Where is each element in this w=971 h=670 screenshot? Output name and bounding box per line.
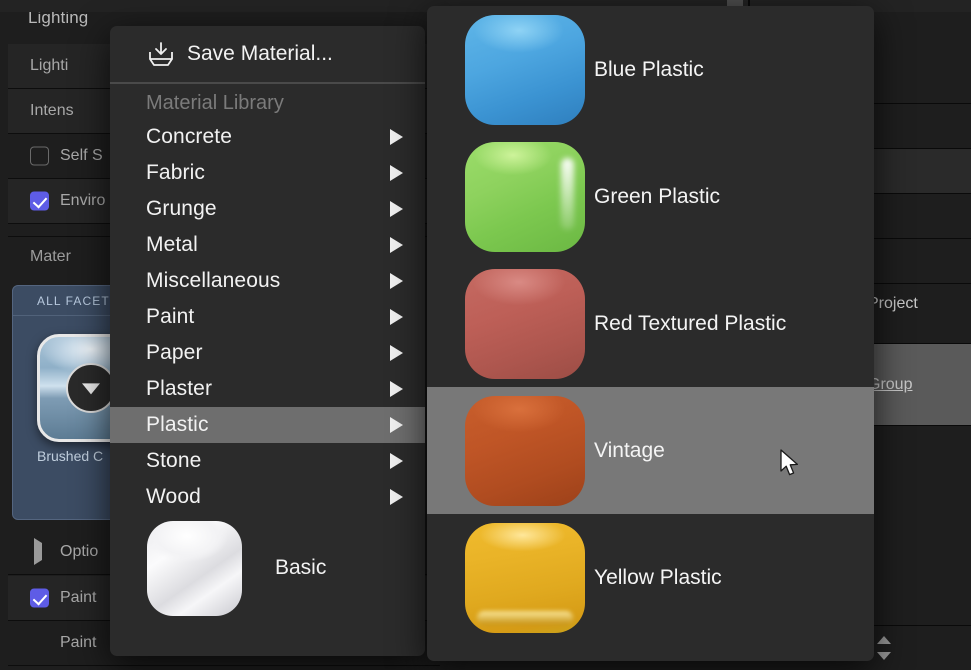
disclosure-triangle-icon[interactable] xyxy=(34,538,42,565)
menu-item-label: Paper xyxy=(146,341,203,365)
material-section-label: Mater xyxy=(30,248,71,266)
menu-item-label: Stone xyxy=(146,449,201,473)
menu-item-label: Metal xyxy=(146,233,198,257)
menu-item-label: Fabric xyxy=(146,161,205,185)
save-tray-down-icon xyxy=(146,41,176,67)
inspector-row-label: Paint xyxy=(60,589,96,607)
inspector-row-label: Lighti xyxy=(30,57,68,75)
menu-item-metal[interactable]: Metal xyxy=(110,227,425,263)
menu-item-label: Miscellaneous xyxy=(146,269,280,293)
submenu-item-red-textured-plastic[interactable]: Red Textured Plastic xyxy=(427,260,874,387)
timeline-row-label: Project xyxy=(868,295,918,313)
yellow-plastic-swatch xyxy=(465,523,585,633)
plastic-submenu[interactable]: Blue Plastic Green Plastic Red Textured … xyxy=(427,6,874,661)
inspector-row-label: Self S xyxy=(60,147,103,165)
menu-item-grunge[interactable]: Grunge xyxy=(110,191,425,227)
material-panel-header-label: ALL FACET xyxy=(37,294,110,308)
self-shadow-checkbox[interactable] xyxy=(30,147,49,166)
blue-plastic-swatch xyxy=(465,15,585,125)
submenu-arrow-icon xyxy=(390,309,403,325)
submenu-arrow-icon xyxy=(390,201,403,217)
save-material-label: Save Material... xyxy=(187,42,333,66)
submenu-arrow-icon xyxy=(390,273,403,289)
menu-item-plaster[interactable]: Plaster xyxy=(110,371,425,407)
material-library-section-label: Material Library xyxy=(110,84,425,119)
material-library-menu[interactable]: Save Material... Material Library Concre… xyxy=(110,26,425,656)
menu-item-paint[interactable]: Paint xyxy=(110,299,425,335)
menu-item-label: Grunge xyxy=(146,197,217,221)
menu-item-paper[interactable]: Paper xyxy=(110,335,425,371)
save-material-menu-item[interactable]: Save Material... xyxy=(110,26,425,82)
submenu-item-label: Blue Plastic xyxy=(594,58,704,82)
inspector-row-label: Enviro xyxy=(60,192,105,210)
menu-item-miscellaneous[interactable]: Miscellaneous xyxy=(110,263,425,299)
menu-item-label: Wood xyxy=(146,485,201,509)
menu-item-basic[interactable]: Basic xyxy=(110,515,425,621)
menu-item-concrete[interactable]: Concrete xyxy=(110,119,425,155)
submenu-item-yellow-plastic[interactable]: Yellow Plastic xyxy=(427,514,874,641)
app-window: Lighting Lighti Intens Self S Enviro Mat… xyxy=(0,0,971,670)
menu-item-label: Plaster xyxy=(146,377,212,401)
menu-item-stone[interactable]: Stone xyxy=(110,443,425,479)
white-plastic-swatch xyxy=(147,521,242,616)
submenu-item-label: Red Textured Plastic xyxy=(594,312,786,336)
menu-item-fabric[interactable]: Fabric xyxy=(110,155,425,191)
menu-item-label: Plastic xyxy=(146,413,209,437)
submenu-arrow-icon xyxy=(390,345,403,361)
submenu-item-vintage[interactable]: Vintage xyxy=(427,387,874,514)
inspector-row-label: Intens xyxy=(30,102,74,120)
submenu-item-label: Yellow Plastic xyxy=(594,566,722,590)
submenu-item-green-plastic[interactable]: Green Plastic xyxy=(427,133,874,260)
submenu-arrow-icon xyxy=(390,381,403,397)
submenu-arrow-icon xyxy=(390,489,403,505)
submenu-item-label: Vintage xyxy=(594,439,665,463)
submenu-arrow-icon xyxy=(390,453,403,469)
submenu-arrow-icon xyxy=(390,237,403,253)
vintage-swatch xyxy=(465,396,585,506)
play-triangle-icon xyxy=(82,383,100,394)
material-panel-caption: Brushed C xyxy=(37,448,103,464)
paint-checkbox[interactable] xyxy=(30,589,49,608)
green-plastic-swatch xyxy=(465,142,585,252)
stepper-down-icon[interactable] xyxy=(877,652,891,660)
red-textured-plastic-swatch xyxy=(465,269,585,379)
submenu-arrow-icon xyxy=(390,417,403,433)
value-stepper[interactable] xyxy=(877,635,893,661)
submenu-item-blue-plastic[interactable]: Blue Plastic xyxy=(427,6,874,133)
options-label: Optio xyxy=(60,543,98,561)
submenu-arrow-icon xyxy=(390,129,403,145)
timeline-row-label: Group xyxy=(868,376,912,394)
menu-item-label: Paint xyxy=(146,305,194,329)
environment-checkbox[interactable] xyxy=(30,192,49,211)
stepper-up-icon[interactable] xyxy=(877,636,891,644)
menu-item-plastic[interactable]: Plastic xyxy=(110,407,425,443)
inspector-row-label: Paint xyxy=(60,634,96,652)
submenu-item-label: Green Plastic xyxy=(594,185,720,209)
menu-item-label: Basic xyxy=(275,556,326,580)
menu-item-label: Concrete xyxy=(146,125,232,149)
menu-item-wood[interactable]: Wood xyxy=(110,479,425,515)
submenu-arrow-icon xyxy=(390,165,403,181)
